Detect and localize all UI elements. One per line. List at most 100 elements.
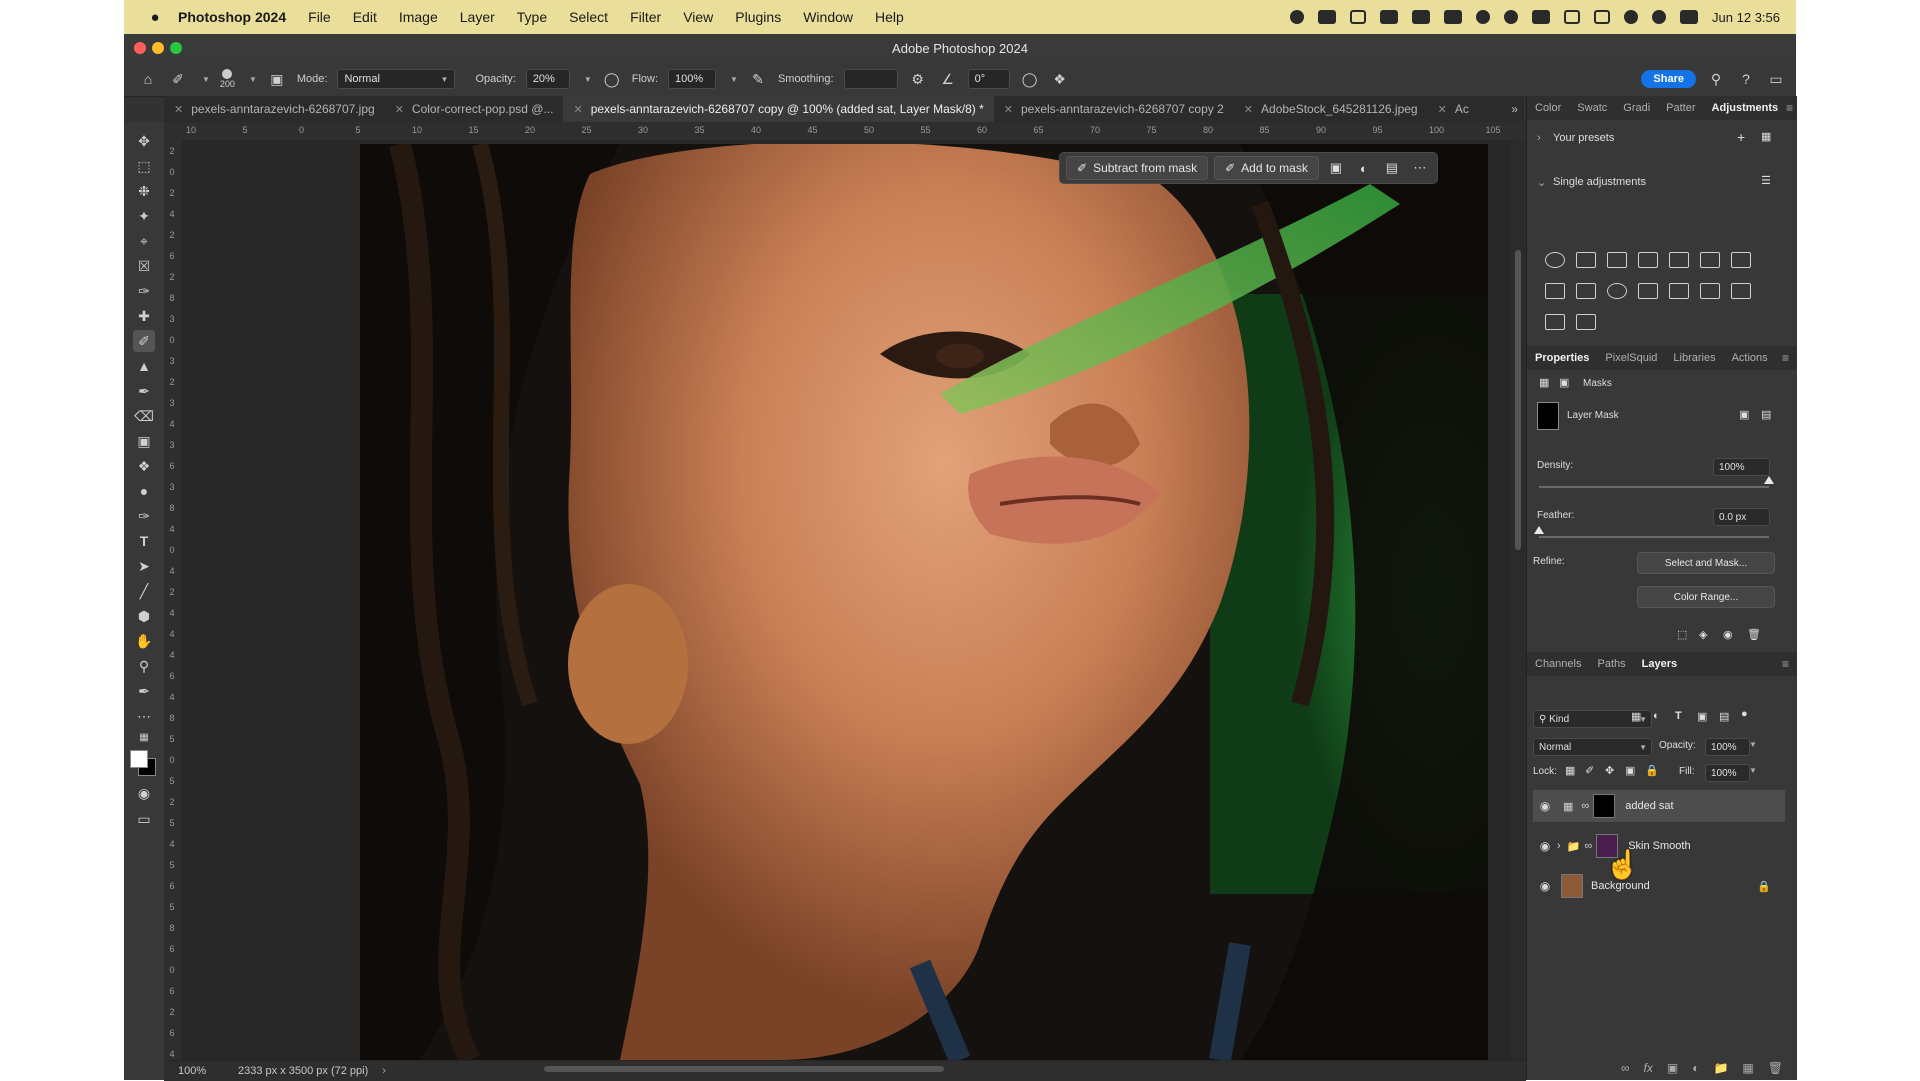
screen-mode-icon[interactable]: ▭ [133, 808, 155, 830]
opacity-input[interactable]: 20% [525, 69, 570, 89]
angle-input[interactable]: 0° [967, 69, 1010, 89]
edit-toolbar-icon[interactable]: ✒ [133, 680, 155, 702]
symmetry-icon[interactable]: ❖ [1050, 69, 1070, 89]
pressure-size-icon[interactable]: ◯ [1020, 69, 1040, 89]
move-tool-icon[interactable]: ✥ [133, 130, 155, 152]
new-adjustment-icon[interactable]: ◐ [1692, 1061, 1699, 1075]
close-tab-icon[interactable]: ✕ [395, 103, 404, 116]
vertical-scrollbar[interactable] [1510, 140, 1526, 1060]
close-tab-icon[interactable]: ✕ [573, 103, 582, 116]
chevron-down-icon[interactable]: ▼ [730, 75, 738, 84]
density-slider-track[interactable] [1539, 486, 1769, 488]
delete-mask-icon[interactable]: 🗑 [1747, 628, 1761, 641]
chevron-down-icon[interactable]: ▼ [202, 75, 210, 84]
feather-slider-track[interactable] [1539, 536, 1769, 538]
app-status-icon[interactable] [1380, 10, 1399, 24]
tab-document-1[interactable]: ✕ pexels-anntarazevich-6268707.jpg [164, 96, 385, 122]
subtract-from-mask-button[interactable]: ✐ Subtract from mask [1066, 156, 1209, 180]
tab-document-active[interactable]: ✕ pexels-anntarazevich-6268707 copy @ 100… [563, 96, 994, 122]
apply-mask-icon[interactable]: ◈ [1699, 628, 1707, 641]
close-tab-icon[interactable]: ✕ [1244, 103, 1253, 116]
chevron-right-icon[interactable]: › [1557, 840, 1561, 852]
filter-smart-object-icon[interactable]: ▤ [1719, 710, 1729, 723]
layer-row-skin-smooth[interactable]: ◉ › 📁 ∞ Skin Smooth [1533, 830, 1785, 862]
menu-select[interactable]: Select [569, 9, 608, 25]
frame-tool-icon[interactable]: ☒ [133, 255, 155, 277]
vibrance-icon[interactable] [1669, 252, 1689, 268]
airbrush-icon[interactable]: ✎ [748, 69, 768, 89]
eraser-icon[interactable]: ⌫ [133, 405, 155, 427]
channel-mixer-icon[interactable] [1607, 283, 1627, 299]
posterize-icon[interactable] [1700, 283, 1720, 299]
menu-image[interactable]: Image [399, 9, 438, 25]
apple-menu-icon[interactable]: ● [144, 9, 166, 26]
more-tools-icon[interactable]: ⋯ [133, 705, 155, 727]
tab-document-4[interactable]: ✕ pexels-anntarazevich-6268707 copy 2 [994, 96, 1234, 122]
mask-options-icon[interactable]: ▣ [1325, 160, 1347, 176]
shape-tool-icon[interactable]: ⬢ [133, 605, 155, 627]
close-window-icon[interactable] [134, 42, 146, 54]
menu-window[interactable]: Window [803, 9, 853, 25]
levels-icon[interactable] [1576, 252, 1596, 268]
tool-status-icon[interactable] [1412, 10, 1431, 24]
panel-tab-pixelsquid[interactable]: PixelSquid [1597, 352, 1665, 364]
creative-cloud-icon[interactable] [1290, 10, 1305, 24]
menu-filter[interactable]: Filter [630, 9, 661, 25]
chevron-right-icon[interactable]: › [1537, 132, 1541, 144]
history-brush-icon[interactable]: ✒ [133, 380, 155, 402]
add-to-mask-button[interactable]: ✐ Add to mask [1214, 156, 1319, 180]
type-tool-icon[interactable]: T [133, 530, 155, 552]
tab-document-5[interactable]: ✕ AdobeStock_645281126.jpeg [1234, 96, 1428, 122]
brush-tool-preset-icon[interactable]: ✐ [168, 69, 188, 89]
link-icon[interactable]: ∞ [1584, 840, 1592, 852]
spotlight-icon[interactable] [1652, 10, 1667, 24]
mask-visibility-eye-icon[interactable]: ◉ [1723, 628, 1733, 641]
your-presets-label[interactable]: Your presets [1553, 132, 1614, 144]
add-mask-icon[interactable]: ▣ [1667, 1061, 1678, 1075]
layer-row-background[interactable]: ◉ Background 🔒 [1533, 870, 1785, 902]
dodge-tool-icon[interactable]: ● [133, 480, 155, 502]
filter-adjustment-icon[interactable]: ◐ [1653, 710, 1660, 722]
photo-filter-icon[interactable] [1576, 283, 1596, 299]
foreground-color-swatch[interactable] [130, 750, 148, 768]
invert-mask-icon[interactable]: ◐ [1353, 161, 1375, 176]
zoom-tool-icon[interactable]: ⚲ [133, 655, 155, 677]
chevron-down-icon[interactable]: ▼ [249, 75, 257, 84]
pressure-opacity-icon[interactable]: ◯ [602, 69, 622, 89]
chevron-down-icon[interactable]: ⌄ [1537, 176, 1546, 189]
panel-tab-swatc[interactable]: Swatc [1569, 102, 1615, 114]
vertical-scroll-thumb[interactable] [1515, 250, 1521, 550]
single-adjustments-label[interactable]: Single adjustments [1553, 176, 1646, 188]
filter-shape-icon[interactable]: ▣ [1697, 710, 1707, 723]
workspace-icon[interactable]: ▭ [1766, 69, 1786, 89]
battery-icon[interactable] [1532, 10, 1551, 24]
smoothing-input[interactable] [843, 69, 898, 89]
path-selection-icon[interactable]: ➤ [133, 555, 155, 577]
layer-mask-thumbnail[interactable] [1537, 402, 1559, 430]
share-button[interactable]: Share [1641, 70, 1696, 88]
close-tab-icon[interactable]: ✕ [1438, 103, 1447, 116]
horizontal-scroll-thumb[interactable] [544, 1066, 944, 1072]
crop-tool-icon[interactable]: ⌖ [133, 230, 155, 252]
fill-input[interactable]: 100% [1705, 764, 1750, 782]
feather-input[interactable]: 0.0 px [1713, 508, 1770, 526]
document-photo[interactable] [360, 144, 1488, 1060]
pen-tool-icon[interactable]: ✑ [133, 505, 155, 527]
fx-icon[interactable]: fx [1644, 1061, 1653, 1075]
invert-icon[interactable] [1669, 283, 1689, 299]
filter-pixel-icon[interactable]: ▦ [1631, 710, 1641, 723]
menu-edit[interactable]: Edit [353, 9, 377, 25]
panel-menu-icon[interactable]: ≡ [1782, 657, 1789, 671]
link-icon[interactable]: ∞ [1581, 800, 1589, 812]
panel-menu-icon[interactable]: ≡ [1782, 351, 1789, 365]
list-view-icon[interactable]: ☰ [1761, 174, 1771, 187]
eyedropper-icon[interactable]: ✑ [133, 280, 155, 302]
add-pixel-mask-icon[interactable]: ▣ [1739, 408, 1749, 421]
brush-settings-icon[interactable]: ▣ [267, 69, 287, 89]
panel-tab-adjustments[interactable]: Adjustments [1704, 102, 1787, 114]
panel-tab-actions[interactable]: Actions [1724, 352, 1776, 364]
black-white-icon[interactable] [1545, 283, 1565, 299]
document-info[interactable]: 2333 px x 3500 px (72 ppi) [238, 1065, 368, 1077]
density-input[interactable]: 100% [1713, 458, 1770, 476]
filter-type-icon[interactable]: T [1675, 710, 1682, 722]
